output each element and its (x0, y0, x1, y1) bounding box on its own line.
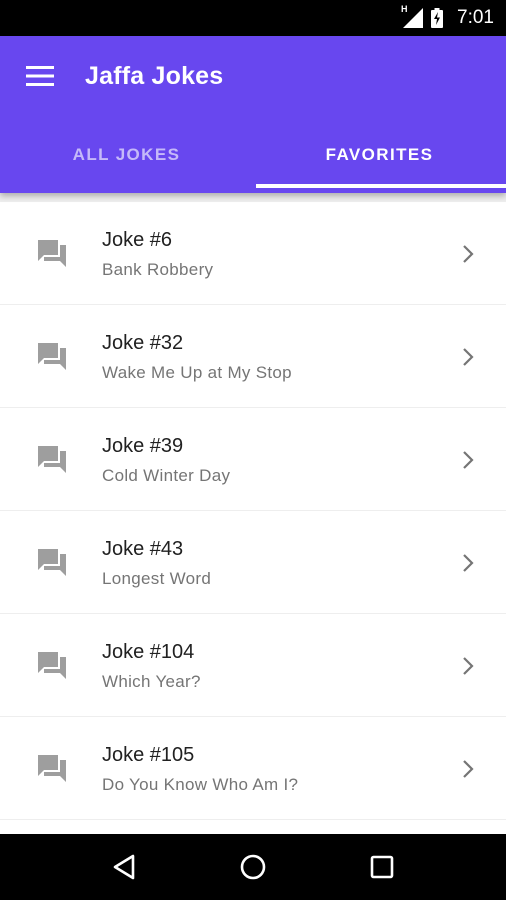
list-item-text: Joke #39 Cold Winter Day (102, 435, 230, 486)
list-item-text: Joke #43 Longest Word (102, 538, 211, 589)
app-title: Jaffa Jokes (85, 61, 224, 90)
tab-all-jokes[interactable]: ALL JOKES (0, 116, 253, 193)
chevron-right-icon (463, 245, 474, 263)
joke-title: Joke #104 (102, 641, 195, 663)
joke-subtitle: Do You Know Who Am I? (102, 775, 299, 794)
list-item[interactable]: Joke #6 Bank Robbery (0, 202, 506, 304)
chevron-right-icon (463, 554, 474, 572)
toolbar: Jaffa Jokes (0, 36, 506, 116)
list-item-text: Joke #105 Do You Know Who Am I? (102, 744, 298, 795)
recents-button[interactable] (352, 842, 412, 892)
tab-favorites[interactable]: FAVORITES (253, 116, 506, 193)
status-bar: H 7:01 (0, 0, 506, 36)
signal-icon: H (401, 4, 424, 28)
app-bar: Jaffa Jokes ALL JOKES FAVORITES (0, 36, 506, 193)
system-nav-bar (0, 834, 506, 900)
status-time: 7:01 (457, 7, 494, 28)
tab-indicator (256, 184, 506, 188)
list-item[interactable]: Joke #32 Wake Me Up at My Stop (0, 305, 506, 407)
joke-subtitle: Longest Word (102, 569, 212, 588)
chevron-right-icon (463, 348, 474, 366)
recents-icon (370, 855, 393, 879)
menu-icon (26, 66, 54, 86)
list-item-text: Joke #104 Which Year? (102, 641, 201, 692)
home-icon (240, 854, 266, 880)
tab-bar: ALL JOKES FAVORITES (0, 116, 506, 193)
joke-subtitle: Bank Robbery (102, 260, 214, 279)
back-button[interactable] (94, 842, 154, 892)
joke-subtitle: Cold Winter Day (102, 466, 231, 485)
list-item[interactable]: Joke #104 Which Year? (0, 614, 506, 716)
chat-bubbles-icon (38, 343, 66, 370)
list-item-partial (0, 820, 506, 834)
chat-bubbles-icon (38, 755, 66, 782)
chat-bubbles-icon (38, 652, 66, 679)
battery-icon (431, 8, 444, 28)
list-item-text: Joke #32 Wake Me Up at My Stop (102, 332, 292, 383)
chevron-right-icon (463, 657, 474, 675)
list-item[interactable]: Joke #39 Cold Winter Day (0, 408, 506, 510)
list-item[interactable]: Joke #43 Longest Word (0, 511, 506, 613)
chevron-right-icon (463, 451, 474, 469)
status-icons: H 7:01 (401, 4, 494, 29)
favorites-list: Joke #6 Bank Robbery Joke #32 Wake Me Up… (0, 202, 506, 834)
home-button[interactable] (223, 842, 283, 892)
back-icon (114, 854, 135, 880)
chat-bubbles-icon (38, 240, 66, 267)
list-item[interactable]: Joke #105 Do You Know Who Am I? (0, 717, 506, 819)
chat-bubbles-icon (38, 446, 66, 473)
joke-subtitle: Wake Me Up at My Stop (102, 363, 292, 382)
chat-bubbles-icon (38, 549, 66, 576)
joke-title: Joke #39 (102, 435, 184, 457)
network-type: H (401, 4, 408, 14)
joke-title: Joke #6 (102, 229, 173, 251)
chevron-right-icon (463, 760, 474, 778)
joke-title: Joke #32 (102, 332, 184, 354)
joke-title: Joke #43 (102, 538, 184, 560)
list-item-text: Joke #6 Bank Robbery (102, 229, 213, 280)
menu-button[interactable] (20, 56, 60, 96)
joke-subtitle: Which Year? (102, 672, 201, 691)
joke-title: Joke #105 (102, 744, 195, 766)
